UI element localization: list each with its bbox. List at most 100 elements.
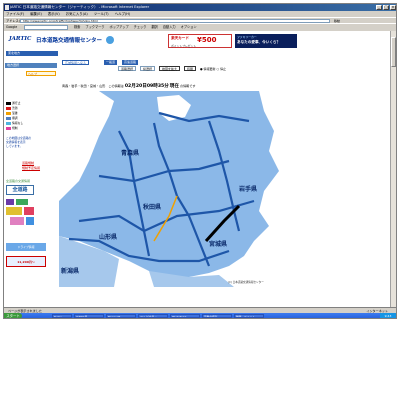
ad-car-line1: ファミリーカー <box>237 35 257 39</box>
menu-view[interactable]: 表示(V) <box>48 12 60 16</box>
radio-refresh[interactable]: ● 情報更新 <box>200 67 216 71</box>
legend-label: 混雑 <box>12 111 18 115</box>
task-item[interactable]: 無題 - ペイント <box>234 314 264 318</box>
map-controls: 道路選択 県選択 地図を拡大 印刷 ● 情報更新 ○ 停止 <box>118 66 318 71</box>
update-status: 現在 <box>169 84 179 89</box>
org-name: 日本道路交通情報センター <box>36 38 103 44</box>
google-toolbar: Google 検索 ブックマーク ポップアップ チェック 翻訳 自動入力 オプシ… <box>4 23 396 30</box>
ad-brand: 楽天カード <box>171 36 189 40</box>
vertical-scrollbar[interactable] <box>390 31 396 307</box>
close-button[interactable]: × <box>390 5 396 10</box>
regulation-link[interactable]: 道路規制 <box>22 161 50 165</box>
menu-help[interactable]: ヘルプ(H) <box>115 12 130 16</box>
google-autofill-button[interactable]: 自動入力 <box>163 25 176 29</box>
google-check-button[interactable]: チェック <box>134 25 147 29</box>
area-block[interactable] <box>6 207 22 215</box>
label-miyagi: 宮城県 <box>209 240 227 248</box>
ie-icon <box>5 5 9 10</box>
task-item[interactable]: マイ ピクチャ <box>138 314 168 318</box>
area-block[interactable] <box>16 199 28 205</box>
ad-banner-car[interactable]: ファミリーカー あなたの愛車、今いくら？ <box>235 34 297 48</box>
area-block[interactable] <box>10 217 24 225</box>
task-item[interactable]: Today <box>52 314 72 318</box>
logo-text: JARTIC <box>9 36 32 42</box>
radio-stop-label: 停止 <box>220 67 227 71</box>
area-block-map[interactable] <box>6 199 46 229</box>
tab-general-road[interactable]: 一般道 <box>104 60 118 65</box>
tab-back-to-wide[interactable]: 広域情報へ戻る <box>62 60 90 65</box>
area-block[interactable] <box>6 199 14 205</box>
menu-tools[interactable]: ツール(T) <box>94 12 109 16</box>
regulation-schedule-link[interactable]: 規制予定情報 <box>22 166 50 170</box>
legend-swatch <box>6 106 11 110</box>
breadcrumb: 青森・岩手・秋田・宮城・山形 この情報は <box>62 84 124 88</box>
radio-refresh-label: 情報更新 <box>203 67 216 71</box>
label-aomori: 青森県 <box>121 149 139 157</box>
minimize-button[interactable]: _ <box>376 5 382 10</box>
legend-swatch <box>6 121 11 125</box>
ad-banner-card[interactable]: 楽天カード ¥500 ポイントプレゼント <box>168 34 232 48</box>
title-bar: JARTIC 日本道路交通情報センター（ジャーティック） - Microsoft… <box>4 4 396 11</box>
car-icon <box>106 36 114 44</box>
menu-edit[interactable]: 編集(E) <box>30 12 42 16</box>
google-search-button[interactable]: 検索 <box>74 25 80 29</box>
area-block[interactable] <box>26 217 34 225</box>
tab-highway[interactable]: 高速道路 <box>122 60 139 65</box>
browser-window: JARTIC 日本道路交通情報センター（ジャーティック） - Microsoft… <box>3 3 397 319</box>
region-select-bar[interactable]: 地方選択 <box>5 63 57 68</box>
google-search-input[interactable] <box>24 25 68 30</box>
ad-sub: ポイントプレゼント <box>171 44 197 48</box>
prefecture-select[interactable]: 県選択 <box>139 66 155 71</box>
page-viewport: JARTIC 日本道路交通情報センター 楽天カード ¥500 ポイントプレゼント… <box>4 31 390 307</box>
print-button[interactable]: 印刷 <box>183 66 196 71</box>
google-popup-button[interactable]: ポップアップ <box>110 25 129 29</box>
window-title: JARTIC 日本道路交通情報センター（ジャーティック） - Microsoft… <box>10 5 150 9</box>
legend-row: 規制 <box>6 126 56 131</box>
task-item[interactable]: 画像の保存 <box>202 314 232 318</box>
update-timestamp: 02月20日09時35分 <box>124 84 169 89</box>
drive-info-banner[interactable]: ドライブ情報 <box>6 243 46 251</box>
legend-label: 情報なし <box>12 121 24 125</box>
sidebar: 地方選択 ヘルプ 通行止 渋滞 混雑 順調 情報なし 規制 この地図は全道路の … <box>4 53 58 283</box>
jartic-logo[interactable]: JARTIC 日本道路交通情報センター <box>6 33 116 49</box>
legend-swatch <box>6 116 11 120</box>
legend-label: 渋滞 <box>12 106 18 110</box>
google-translate-button[interactable]: 翻訳 <box>151 25 157 29</box>
update-suffix: の情報です <box>179 84 196 88</box>
label-akita: 秋田県 <box>143 203 161 211</box>
scroll-thumb[interactable] <box>391 37 396 67</box>
road-select[interactable]: 道路選択 <box>118 66 137 71</box>
help-link[interactable]: ヘルプ <box>26 71 56 76</box>
label-niigata: 新潟県 <box>61 267 79 275</box>
label-yamagata: 山形県 <box>99 233 117 241</box>
zoom-map-button[interactable]: 地図を拡大 <box>158 66 180 71</box>
sidebar-note-3: しています。 <box>6 144 23 148</box>
menu-file[interactable]: ファイル(F) <box>6 12 24 16</box>
legend-label: 順調 <box>12 116 18 120</box>
taskbar: スタート Today JARTIC日... Microsoft... マイ ピク… <box>4 313 396 318</box>
traffic-map[interactable]: 青森県 秋田県 岩手県 山形県 宮城県 新潟県 <box>59 91 321 287</box>
google-options-button[interactable]: オプション <box>181 25 197 29</box>
map-copyright: (C) 日本道路交通情報センター <box>228 281 264 284</box>
area-heading: 全道路の交通情報 <box>6 179 31 183</box>
ad-amount: ¥500 <box>197 36 217 44</box>
legend: 通行止 渋滞 混雑 順調 情報なし 規制 <box>6 101 56 131</box>
google-label: Google <box>6 25 18 29</box>
label-iwate: 岩手県 <box>238 185 257 193</box>
legend-swatch <box>6 126 11 130</box>
start-button[interactable]: スタート <box>4 313 22 318</box>
radio-stop[interactable]: ○ 停止 <box>217 67 227 71</box>
update-line: 青森・岩手・秋田・宮城・山形 この情報は 02月20日09時35分 現在 の情報… <box>62 83 362 89</box>
legend-swatch <box>6 101 11 105</box>
maximize-button[interactable]: □ <box>383 5 389 10</box>
area-block[interactable] <box>24 207 34 215</box>
task-item[interactable]: Microsoft... <box>106 314 136 318</box>
menu-favorites[interactable]: お気に入り(A) <box>66 12 88 16</box>
task-item[interactable]: JARTIC日... <box>74 314 104 318</box>
task-item[interactable]: PhotoPaint <box>170 314 200 318</box>
all-road-button[interactable]: 全道路 <box>6 185 34 195</box>
price-banner[interactable]: 11,200円〜 <box>6 256 46 267</box>
legend-label: 通行止 <box>12 101 21 105</box>
system-clock: 9:43 <box>380 313 396 318</box>
google-bookmark-button[interactable]: ブックマーク <box>85 25 104 29</box>
